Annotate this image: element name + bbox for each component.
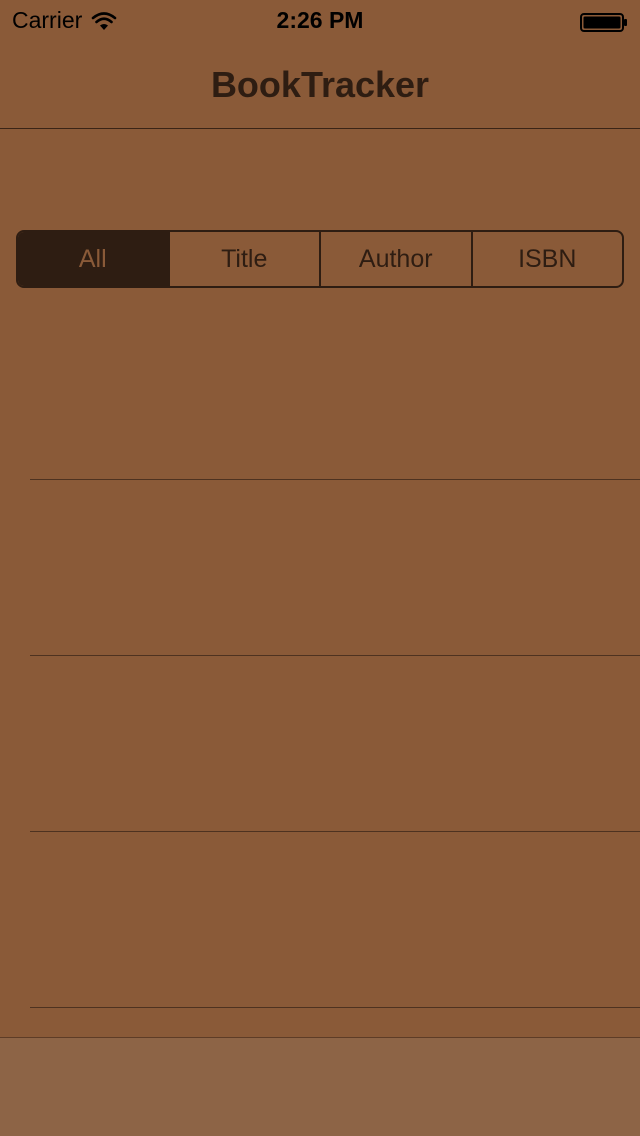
bottom-toolbar [0,1037,640,1136]
table-row[interactable] [0,656,640,832]
row-separator [30,1007,640,1008]
screen: Carrier 2:26 PM BookTracker All Title Au… [0,0,640,1136]
table-row[interactable] [0,480,640,656]
status-time: 2:26 PM [276,7,364,33]
segment-all[interactable]: All [18,232,170,286]
segment-title[interactable]: Title [170,232,321,286]
segment-author[interactable]: Author [321,232,473,286]
book-table[interactable] [0,304,640,1036]
battery-icon [580,11,628,32]
navigation-bar: BookTracker [0,40,640,129]
table-row[interactable] [0,304,640,480]
page-title: BookTracker [210,64,430,105]
table-row[interactable] [0,832,640,1008]
search-scope-segmented-control[interactable]: All Title Author ISBN [16,230,624,288]
segment-isbn[interactable]: ISBN [473,232,623,286]
status-bar: Carrier 2:26 PM [0,0,640,40]
